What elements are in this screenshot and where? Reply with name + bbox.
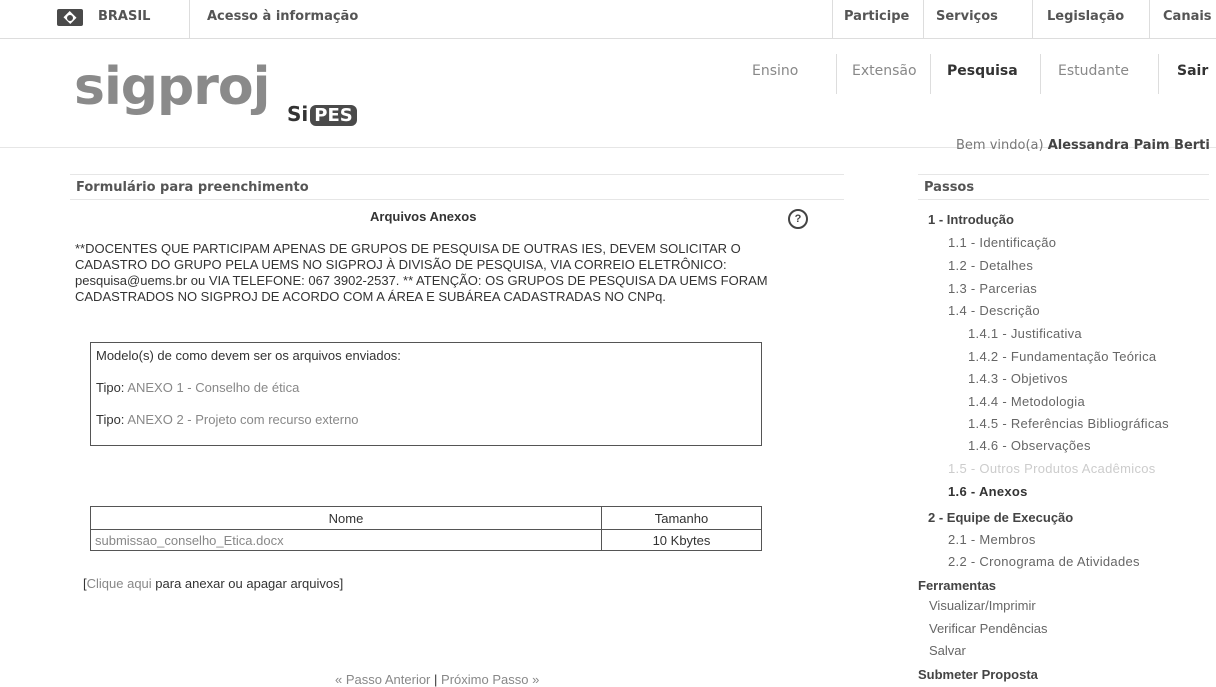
step-item[interactable]: 1 - Introdução xyxy=(928,212,1014,227)
file-size: 10 Kbytes xyxy=(601,529,762,551)
step-item[interactable]: 1.4.1 - Justificativa xyxy=(968,326,1082,341)
step-item-disabled: 1.5 - Outros Produtos Acadêmicos xyxy=(948,461,1156,476)
pager: « Passo Anterior | Próximo Passo » xyxy=(335,672,540,687)
step-item[interactable]: 2.1 - Membros xyxy=(948,532,1036,547)
section-title: Formulário para preenchimento xyxy=(70,174,844,200)
table-header-row: Nome Tamanho xyxy=(90,506,762,530)
nav-sair[interactable]: Sair xyxy=(1177,63,1208,79)
participe-link[interactable]: Participe xyxy=(844,9,909,24)
modelo-link-anexo1[interactable]: ANEXO 1 - Conselho de ética xyxy=(127,380,299,395)
tool-verificar[interactable]: Verificar Pendências xyxy=(929,621,1048,636)
step-item[interactable]: 1.1 - Identificação xyxy=(948,235,1056,250)
step-item[interactable]: 1.4.6 - Observações xyxy=(968,438,1091,453)
step-item[interactable]: 1.4.2 - Fundamentação Teórica xyxy=(968,349,1156,364)
step-item[interactable]: 1.4 - Descrição xyxy=(948,303,1040,318)
anexos-title: Arquivos Anexos xyxy=(370,209,477,224)
user-name: Alessandra Paim Berti xyxy=(1047,138,1210,153)
step-item[interactable]: 2 - Equipe de Execução xyxy=(928,510,1073,525)
step-item[interactable]: 1.4.3 - Objetivos xyxy=(968,371,1068,386)
step-item[interactable]: 1.4.4 - Metodologia xyxy=(968,394,1085,409)
step-item-current[interactable]: 1.6 - Anexos xyxy=(948,484,1028,499)
nav-ensino[interactable]: Ensino xyxy=(752,63,798,79)
prev-step-link[interactable]: « Passo Anterior xyxy=(335,672,430,687)
legislacao-link[interactable]: Legislação xyxy=(1047,9,1124,24)
tool-salvar[interactable]: Salvar xyxy=(929,643,966,658)
nav-pesquisa[interactable]: Pesquisa xyxy=(947,63,1018,79)
canais-link[interactable]: Canais xyxy=(1163,9,1212,24)
ferramentas-title: Ferramentas xyxy=(918,578,997,593)
site-header: sigproj Si PES Ensino Extensão Pesquisa E… xyxy=(0,39,1216,153)
clique-aqui-link[interactable]: Clique aqui xyxy=(87,576,152,591)
servicos-link[interactable]: Serviços xyxy=(936,9,998,24)
modelo-box: Modelo(s) de como devem ser os arquivos … xyxy=(90,342,762,446)
table-row: submissao_conselho_Etica.docx 10 Kbytes xyxy=(90,529,762,551)
modelo-item: Tipo: ANEXO 2 - Projeto com recurso exte… xyxy=(96,412,359,427)
help-icon[interactable]: ? xyxy=(788,209,808,229)
col-tamanho: Tamanho xyxy=(601,506,762,530)
step-item[interactable]: 1.3 - Parcerias xyxy=(948,281,1037,296)
step-item[interactable]: 2.2 - Cronograma de Atividades xyxy=(948,554,1140,569)
file-name-link[interactable]: submissao_conselho_Etica.docx xyxy=(90,529,602,551)
modelo-link-anexo2[interactable]: ANEXO 2 - Projeto com recurso externo xyxy=(127,412,358,427)
attach-files-line: [Clique aqui para anexar ou apagar arqui… xyxy=(83,576,344,591)
modelo-item: Tipo: ANEXO 1 - Conselho de ética xyxy=(96,380,300,395)
tool-visualizar[interactable]: Visualizar/Imprimir xyxy=(929,598,1036,613)
acesso-informacao-link[interactable]: Acesso à informação xyxy=(207,9,358,24)
submeter-proposta[interactable]: Submeter Proposta xyxy=(918,667,1038,682)
brasil-link[interactable]: BRASIL xyxy=(98,9,150,24)
welcome-message: Bem vindo(a) Alessandra Paim Berti xyxy=(956,138,1210,153)
gov-bar: BRASIL Acesso à informação Participe Ser… xyxy=(0,0,1216,39)
step-item[interactable]: 1.2 - Detalhes xyxy=(948,258,1033,273)
sipes-logo: Si PES xyxy=(287,102,357,126)
brazil-flag-icon xyxy=(57,9,83,26)
step-item[interactable]: 1.4.5 - Referências Bibliográficas xyxy=(968,416,1169,431)
next-step-link[interactable]: Próximo Passo » xyxy=(441,672,539,687)
nav-extensao[interactable]: Extensão xyxy=(852,63,917,79)
nav-estudante[interactable]: Estudante xyxy=(1058,63,1129,79)
files-table: Nome Tamanho submissao_conselho_Etica.do… xyxy=(90,506,762,551)
modelo-heading: Modelo(s) de como devem ser os arquivos … xyxy=(96,348,401,363)
passos-title: Passos xyxy=(918,174,1209,200)
notice-text: **DOCENTES QUE PARTICIPAM APENAS DE GRUP… xyxy=(75,241,768,304)
col-nome: Nome xyxy=(90,506,602,530)
sigproj-logo[interactable]: sigproj xyxy=(74,57,270,117)
